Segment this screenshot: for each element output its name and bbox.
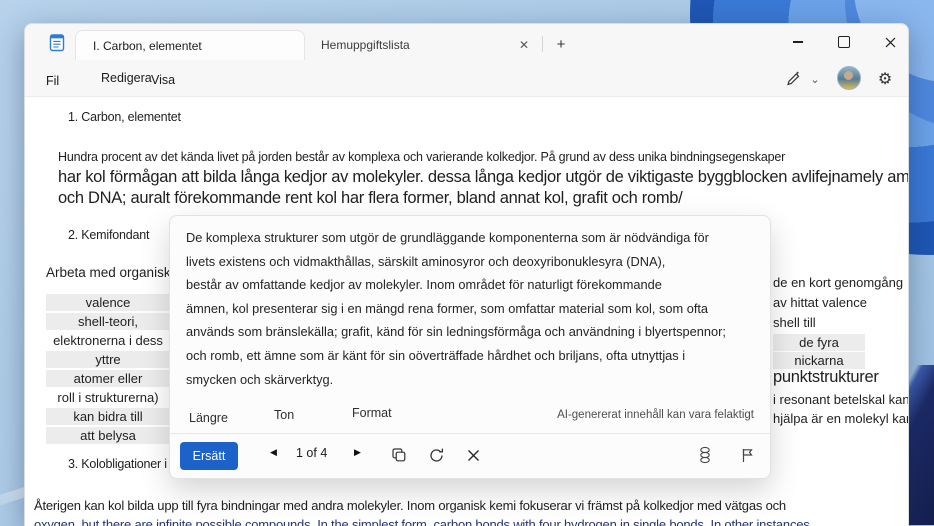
close-button[interactable] [868,24,908,60]
suggestion-pager: 1 of 4 [296,446,328,460]
length-dropdown[interactable]: Längre [185,409,232,427]
doc-paragraph: Återigen kan kol bilda upp till fyra bin… [34,498,786,513]
tab-close-icon[interactable]: ✕ [513,34,535,56]
suggestion-line: De komplexa strukturer som utgör de grun… [186,230,709,245]
doc-heading-3: 3. Kolobligationer i ( [68,457,175,471]
minimize-button[interactable] [776,24,820,60]
maximize-icon [838,36,850,48]
suggestion-line: smycken och skärverktyg. [186,371,334,387]
close-icon [885,37,895,47]
tone-dropdown[interactable]: Ton [270,406,298,424]
doc-heading-2: 2. Kemifondant [68,228,150,242]
format-dropdown[interactable]: Format [348,404,396,422]
doc-fragment: hjälpa är en molekyl kan [773,411,909,426]
doc-paragraph: Hundra procent av det kända livet på jor… [58,150,786,164]
next-suggestion-icon[interactable]: ▶ [354,447,361,458]
desktop-wallpaper: I. Carbon, elementet Hemuppgiftslista ✕ … [0,0,934,526]
minimize-icon [793,41,803,43]
replace-button[interactable]: Ersätt [180,442,238,470]
settings-gear-icon[interactable]: ⚙ [873,67,897,91]
suggestion-line: består av omfattande kedjor av molekyler… [186,277,662,293]
tab-label: Hemuppgiftslista [321,38,410,52]
previous-suggestion-icon[interactable]: ◀ [270,447,277,458]
report-flag-icon[interactable] [736,444,758,466]
doc-fragment: roll i strukturerna) [57,390,159,405]
chevron-down-icon[interactable]: ⌄ [803,67,827,91]
text-editor-area[interactable]: 1. Carbon, elementet Hundra procent av d… [25,96,908,526]
suggestion-line: och romb, ett ämne som är känt för sin o… [186,347,686,363]
copy-icon[interactable] [388,444,410,466]
tab-label: I. Carbon, elementet [93,39,202,53]
doc-fragment-selected: shell-teori, [46,313,170,330]
doc-fragment: shell till [773,315,816,330]
notepad-app-icon [49,32,65,57]
doc-fragment-selected: valence [46,294,170,311]
menubar: Fil Redigera Visa ⌄ ⚙ [25,60,908,96]
regenerate-icon[interactable] [425,444,447,466]
popup-footer: Ersätt ◀ 1 of 4 ▶ [170,433,770,478]
doc-fragment: i resonant betelskal kan [773,392,909,407]
doc-fragment-selected: atomer eller [46,370,170,387]
rewrite-pen-icon[interactable] [781,67,805,91]
suggestion-line: livets existens och vidmakthållas, särsk… [186,253,666,269]
notepad-window: I. Carbon, elementet Hemuppgiftslista ✕ … [24,23,909,526]
doc-fragment: elektronerna i dess [53,333,163,348]
account-avatar[interactable] [837,66,861,90]
doc-fragment-selected: kan bidra till [46,408,170,425]
doc-paragraph: och DNA; auralt förekommande rent kol ha… [58,189,683,207]
titlebar[interactable]: I. Carbon, elementet Hemuppgiftslista ✕ … [25,24,908,61]
rewrite-suggestion-text: De komplexa strukturer som utgör de grun… [186,226,756,391]
doc-fragment: de en kort genomgång [773,275,904,290]
menu-view[interactable]: Visa [145,71,181,89]
dismiss-popup-icon[interactable] [462,444,484,466]
tab-hemuppgiftslista[interactable]: Hemuppgiftslista [307,30,535,60]
doc-paragraph: har kol förmågan att bilda långa kedjor … [58,168,909,186]
doc-fragment-selected: att belysa [46,427,170,444]
doc-fragment: Arbeta med organisk [46,265,171,280]
doc-fragment-selected: de fyra [773,334,865,351]
doc-fragment-selected: nickarna [773,352,865,369]
tab-carbon-elementet[interactable]: I. Carbon, elementet [75,30,305,61]
ai-disclaimer: AI-genererat innehåll kan vara felaktigt [557,409,754,421]
tab-separator [542,36,543,52]
new-tab-button[interactable]: + [549,32,573,56]
suggestion-line: ämnen, kol presenterar sig i en mängd re… [186,300,709,316]
rewrite-popup: De komplexa strukturer som utgör de grun… [169,215,771,479]
stacked-rings-icon[interactable] [694,444,716,466]
menu-file[interactable]: Fil [40,72,65,90]
doc-fragment-selected: yttre [46,351,170,368]
suggestion-line: används som bränslekälla; grafit, känd f… [186,324,726,340]
doc-fragment: av hittat valence [773,295,867,310]
doc-fragment: punktstrukturer [773,368,879,386]
doc-heading-1: 1. Carbon, elementet [68,110,181,124]
maximize-button[interactable] [822,24,866,60]
